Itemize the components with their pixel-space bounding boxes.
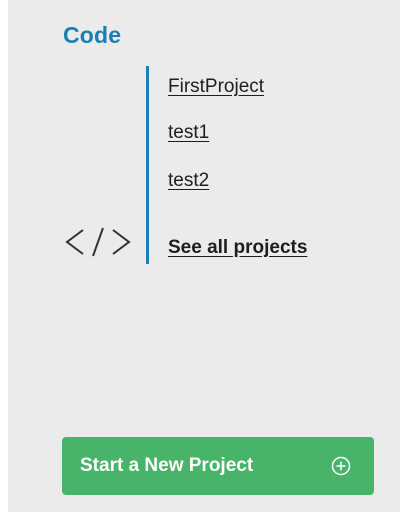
section-title: Code bbox=[63, 22, 122, 48]
see-all-projects-link[interactable]: See all projects bbox=[168, 237, 307, 259]
code-brackets-icon bbox=[65, 227, 131, 257]
project-link-test2[interactable]: test2 bbox=[168, 170, 209, 192]
code-panel: Code FirstProject test1 test2 See all pr… bbox=[8, 0, 400, 512]
start-new-project-button[interactable]: Start a New Project bbox=[62, 437, 374, 495]
project-link-test1[interactable]: test1 bbox=[168, 122, 209, 144]
project-link-firstproject[interactable]: FirstProject bbox=[168, 76, 264, 98]
vertical-divider bbox=[146, 66, 149, 264]
plus-circle-icon bbox=[331, 456, 351, 476]
start-new-project-label: Start a New Project bbox=[80, 455, 254, 476]
